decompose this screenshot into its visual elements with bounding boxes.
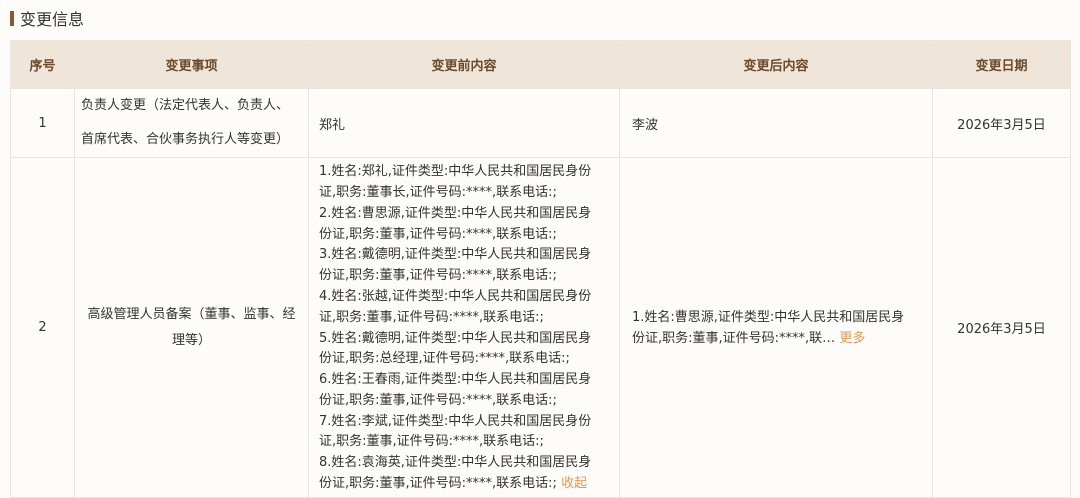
before-content: 郑礼: [308, 88, 620, 158]
before-content-lines: 1.姓名:郑礼,证件类型:中华人民共和国居民身份 证,职务:董事长,证件号码:*…: [319, 160, 609, 495]
change-item: 负责人变更（法定代表人、负责人、 首席代表、合伙事务执行人等变更）: [74, 88, 309, 158]
row-index: 1: [10, 88, 75, 158]
collapse-link[interactable]: 收起: [561, 476, 587, 491]
change-date: 2026年3月5日: [932, 88, 1071, 158]
row-index: 2: [10, 157, 75, 498]
before-line: 份证,职务:董事,证件号码:****,联系电话:;: [319, 392, 557, 408]
after-line: 份证,职务:董事,证件号码:****,联…: [632, 330, 836, 346]
after-content: 李波: [619, 88, 933, 158]
header-change-item: 变更事项: [74, 40, 309, 89]
before-line: 证,职务:董事,证件号码:****,联系电话:;: [319, 434, 544, 450]
after-content: 1.姓名:曹思源,证件类型:中华人民共和国居民身 份证,职务:董事,证件号码:*…: [619, 157, 933, 498]
table-row: 1 负责人变更（法定代表人、负责人、 首席代表、合伙事务执行人等变更） 郑礼 李…: [10, 88, 1071, 158]
before-line: 3.姓名:戴德明,证件类型:中华人民共和国居民身: [319, 247, 592, 263]
header-after-content: 变更后内容: [619, 40, 933, 89]
change-item-line: 负责人变更（法定代表人、负责人、: [81, 98, 290, 113]
header-change-date: 变更日期: [932, 40, 1071, 89]
before-line: 证,职务:董事长,证件号码:****,联系电话:;: [319, 184, 557, 200]
more-link[interactable]: 更多: [839, 331, 865, 346]
change-info-table: 序号 变更事项 变更前内容 变更后内容 变更日期 1 负责人变更（法定代表人、负…: [10, 40, 1071, 498]
before-line-last: 份证,职务:董事,证件号码:****,联系电话:; 收起: [319, 474, 609, 495]
section-header: 变更信息: [10, 8, 85, 29]
before-line: 证,职务:董事,证件号码:****,联系电话:;: [319, 309, 544, 325]
before-line: 8.姓名:袁海英,证件类型:中华人民共和国居民身: [319, 455, 592, 471]
change-date: 2026年3月5日: [932, 157, 1071, 498]
change-item-line: 首席代表、合伙事务执行人等变更）: [81, 132, 290, 147]
before-line: 份证,职务:董事,证件号码:****,联系电话:;: [319, 268, 557, 284]
before-content: 1.姓名:郑礼,证件类型:中华人民共和国居民身份 证,职务:董事长,证件号码:*…: [308, 157, 620, 498]
before-line: 份证,职务:董事,证件号码:****,联系电话:;: [319, 476, 557, 492]
change-item: 高级管理人员备案（董事、监事、经 理等）: [74, 157, 309, 498]
section-title: 变更信息: [20, 10, 85, 29]
after-content-text: 1.姓名:曹思源,证件类型:中华人民共和国居民身 份证,职务:董事,证件号码:*…: [632, 307, 920, 349]
before-line: 7.姓名:李斌,证件类型:中华人民共和国居民身份: [319, 413, 592, 429]
before-line: 6.姓名:王春雨,证件类型:中华人民共和国居民身: [319, 372, 592, 388]
before-line: 份证,职务:总经理,证件号码:****,联系电话:;: [319, 351, 570, 367]
change-item-line: 理等）: [171, 332, 211, 348]
header-index: 序号: [10, 40, 75, 89]
before-line: 1.姓名:郑礼,证件类型:中华人民共和国居民身份: [319, 164, 592, 180]
before-line: 5.姓名:戴德明,证件类型:中华人民共和国居民身: [319, 330, 592, 346]
section-marker: [10, 10, 14, 26]
after-line-last: 份证,职务:董事,证件号码:****,联… 更多: [632, 328, 920, 349]
after-line: 1.姓名:曹思源,证件类型:中华人民共和国居民身: [632, 309, 905, 325]
before-line: 份证,职务:董事,证件号码:****,联系电话:;: [319, 226, 557, 242]
before-line: 2.姓名:曹思源,证件类型:中华人民共和国居民身: [319, 205, 592, 221]
before-line: 4.姓名:张越,证件类型:中华人民共和国居民身份: [319, 288, 592, 304]
table-row: 2 高级管理人员备案（董事、监事、经 理等） 1.姓名:郑礼,证件类型:中华人民…: [10, 157, 1071, 498]
table-header-row: 序号 变更事项 变更前内容 变更后内容 变更日期: [10, 40, 1071, 89]
change-item-line: 高级管理人员备案（董事、监事、经: [87, 306, 296, 322]
header-before-content: 变更前内容: [308, 40, 620, 89]
